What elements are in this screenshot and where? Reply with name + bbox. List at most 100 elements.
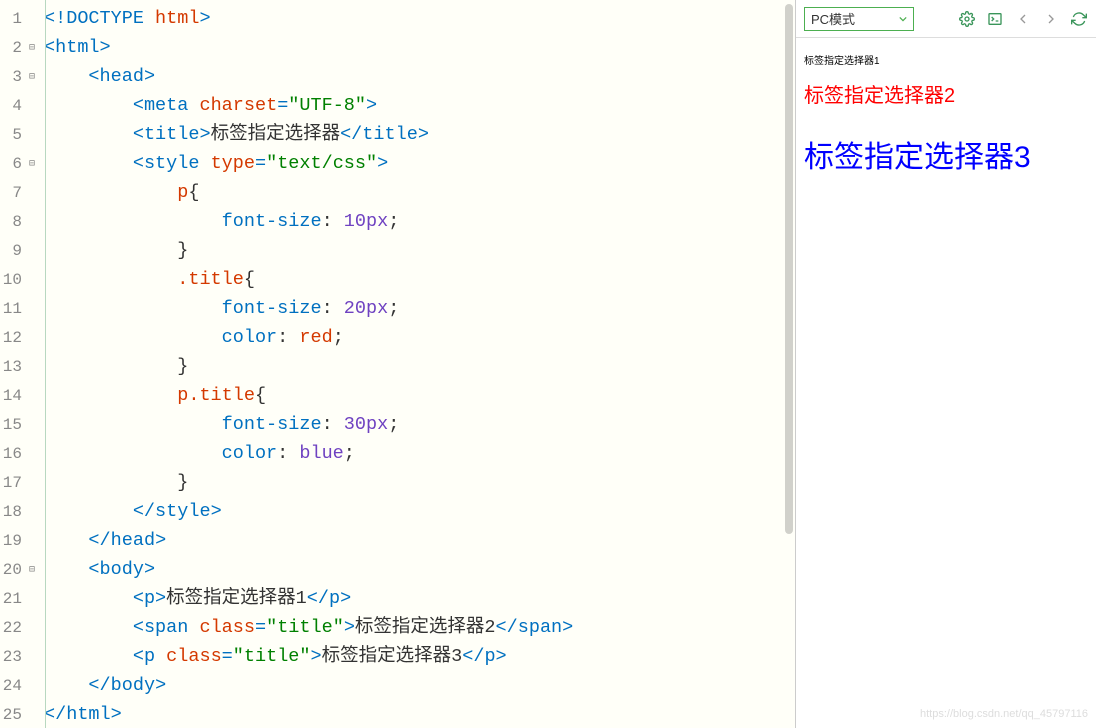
gutter-row: 19 — [0, 526, 42, 555]
gutter-row: 12 — [0, 323, 42, 352]
code-line[interactable]: </html> — [44, 700, 795, 728]
gutter-row: 20 ⊟ — [0, 555, 42, 584]
gutter-row: 17 — [0, 468, 42, 497]
code-line[interactable]: <!DOCTYPE html> — [44, 4, 795, 33]
console-icon[interactable] — [986, 10, 1004, 28]
preview-toolbar: PC模式 — [796, 0, 1096, 38]
gutter-row: 4 — [0, 91, 42, 120]
code-line[interactable]: .title{ — [44, 265, 795, 294]
code-line[interactable]: <body> — [44, 555, 795, 584]
line-number: 8 — [0, 213, 22, 231]
code-line[interactable]: <p class="title">标签指定选择器3</p> — [44, 642, 795, 671]
line-number: 6 — [0, 155, 22, 173]
code-line[interactable]: p{ — [44, 178, 795, 207]
line-number: 5 — [0, 126, 22, 144]
back-icon[interactable] — [1014, 10, 1032, 28]
refresh-icon[interactable] — [1070, 10, 1088, 28]
code-line[interactable]: } — [44, 352, 795, 381]
line-number: 4 — [0, 97, 22, 115]
chevron-down-icon — [899, 15, 907, 23]
gutter-row: 2⊟ — [0, 33, 42, 62]
line-number: 13 — [0, 358, 22, 376]
line-number: 2 — [0, 39, 22, 57]
gutter-row: 16 — [0, 439, 42, 468]
gutter-row: 25 — [0, 700, 42, 728]
line-number: 1 — [0, 10, 22, 28]
code-line[interactable]: font-size: 30px; — [44, 410, 795, 439]
gutter-row: 7 — [0, 178, 42, 207]
watermark: https://blog.csdn.net/qq_45797116 — [920, 708, 1088, 720]
gutter-row: 1 — [0, 4, 42, 33]
gutter-row: 6⊟ — [0, 149, 42, 178]
gutter-row: 24 — [0, 671, 42, 700]
gutter-row: 13 — [0, 352, 42, 381]
gutter-row: 23 — [0, 642, 42, 671]
code-line[interactable]: } — [44, 468, 795, 497]
line-number: 18 — [0, 503, 22, 521]
fold-toggle-icon[interactable]: ⊟ — [26, 158, 38, 170]
line-number: 14 — [0, 387, 22, 405]
line-number: 21 — [0, 590, 22, 608]
code-line[interactable]: </body> — [44, 671, 795, 700]
line-number: 23 — [0, 648, 22, 666]
line-number: 9 — [0, 242, 22, 260]
preview-content: 标签指定选择器1 标签指定选择器2 标签指定选择器3 https://blog.… — [796, 38, 1096, 728]
line-number: 7 — [0, 184, 22, 202]
gutter-row: 10 — [0, 265, 42, 294]
code-line[interactable]: <html> — [44, 33, 795, 62]
line-number: 24 — [0, 677, 22, 695]
fold-toggle-icon[interactable]: ⊟ — [26, 564, 38, 576]
settings-icon[interactable] — [958, 10, 976, 28]
code-line[interactable]: } — [44, 236, 795, 265]
line-number: 19 — [0, 532, 22, 550]
code-editor[interactable]: 12⊟3⊟456⊟7891011121314151617181920⊟21222… — [0, 0, 796, 728]
gutter-divider — [45, 0, 46, 728]
preview-span-title: 标签指定选择器2 — [804, 79, 1088, 108]
mode-select[interactable]: PC模式 — [804, 7, 914, 31]
line-number: 12 — [0, 329, 22, 347]
gutter-row: 11 — [0, 294, 42, 323]
code-line[interactable]: p.title{ — [44, 381, 795, 410]
code-line[interactable]: <head> — [44, 62, 795, 91]
gutter-row: 8 — [0, 207, 42, 236]
scrollbar-thumb[interactable] — [785, 4, 793, 534]
line-number: 20 — [0, 561, 22, 579]
line-number: 17 — [0, 474, 22, 492]
code-line[interactable]: <span class="title">标签指定选择器2</span> — [44, 613, 795, 642]
line-number: 10 — [0, 271, 22, 289]
code-line[interactable]: </style> — [44, 497, 795, 526]
code-line[interactable]: font-size: 20px; — [44, 294, 795, 323]
code-line[interactable]: color: red; — [44, 323, 795, 352]
line-number: 25 — [0, 706, 22, 724]
line-gutter: 12⊟3⊟456⊟7891011121314151617181920⊟21222… — [0, 0, 42, 728]
code-line[interactable]: <p>标签指定选择器1</p> — [44, 584, 795, 613]
gutter-row: 21 — [0, 584, 42, 613]
preview-panel: PC模式 标签指定选择器1 标签指定选择器2 标签指定选择器3 https://… — [796, 0, 1096, 728]
code-line[interactable]: <title>标签指定选择器</title> — [44, 120, 795, 149]
line-number: 15 — [0, 416, 22, 434]
code-line[interactable]: font-size: 10px; — [44, 207, 795, 236]
line-number: 16 — [0, 445, 22, 463]
gutter-row: 5 — [0, 120, 42, 149]
fold-toggle-icon[interactable]: ⊟ — [26, 71, 38, 83]
line-number: 11 — [0, 300, 22, 318]
forward-icon[interactable] — [1042, 10, 1060, 28]
gutter-row: 22 — [0, 613, 42, 642]
gutter-row: 3⊟ — [0, 62, 42, 91]
code-area[interactable]: <!DOCTYPE html><html> <head> <meta chars… — [42, 0, 795, 728]
preview-p1: 标签指定选择器1 — [804, 52, 1088, 67]
gutter-row: 9 — [0, 236, 42, 265]
code-line[interactable]: color: blue; — [44, 439, 795, 468]
gutter-row: 14 — [0, 381, 42, 410]
line-number: 3 — [0, 68, 22, 86]
gutter-row: 15 — [0, 410, 42, 439]
code-line[interactable]: <style type="text/css"> — [44, 149, 795, 178]
mode-select-label: PC模式 — [811, 9, 855, 28]
toolbar-icons — [958, 10, 1088, 28]
code-line[interactable]: </head> — [44, 526, 795, 555]
gutter-row: 18 — [0, 497, 42, 526]
preview-p-title: 标签指定选择器3 — [804, 132, 1088, 176]
line-number: 22 — [0, 619, 22, 637]
code-line[interactable]: <meta charset="UTF-8"> — [44, 91, 795, 120]
fold-toggle-icon[interactable]: ⊟ — [26, 42, 38, 54]
